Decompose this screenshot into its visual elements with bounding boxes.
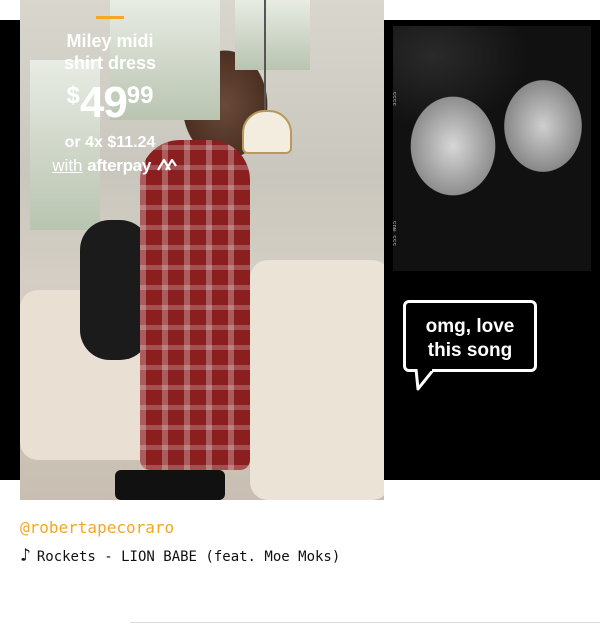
afterpay-link[interactable]: with afterpay	[30, 156, 200, 176]
instagram-handle[interactable]: @robertapecoraro	[20, 518, 174, 537]
afterpay-arrow-icon	[156, 158, 177, 171]
accent-line	[96, 16, 124, 19]
afterpay-logo: afterpay	[87, 156, 151, 175]
product-price: $4999	[66, 78, 154, 127]
dress-legs	[115, 470, 225, 500]
pendant-lamp	[242, 110, 292, 154]
product-photo[interactable]	[20, 0, 384, 500]
plaid-dress	[140, 140, 250, 470]
window-right	[235, 0, 310, 70]
installment-price: or 4x $11.24	[64, 134, 156, 151]
music-note-icon: ♪	[20, 545, 31, 566]
song-credit: ♪ Rockets - LION BABE (feat. Moe Moks)	[20, 545, 341, 566]
speech-bubble-tail	[414, 369, 436, 391]
speech-bubble: omg, love this song	[403, 300, 537, 372]
friends-photo[interactable]: 5SSS SSS NdS	[393, 26, 591, 271]
sofa-right	[250, 260, 384, 500]
divider	[130, 622, 600, 623]
product-name: Miley midi shirt dress	[63, 31, 157, 73]
